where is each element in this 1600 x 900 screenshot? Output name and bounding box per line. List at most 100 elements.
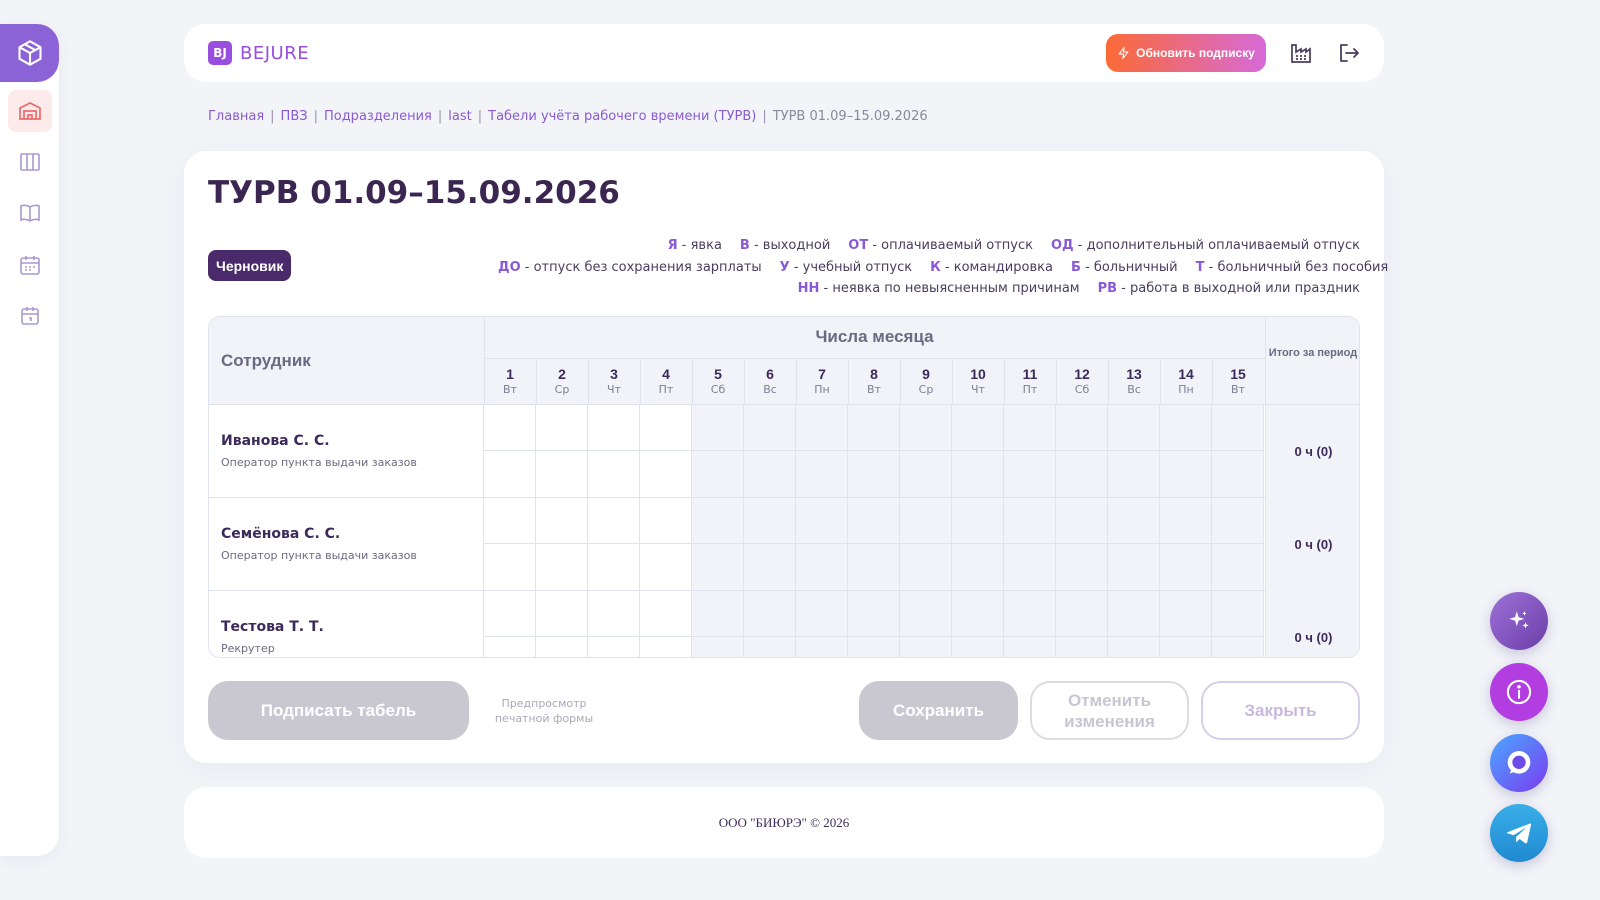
breadcrumb-link-departments[interactable]: Подразделения: [324, 109, 432, 124]
time-cell-hours[interactable]: [1004, 498, 1056, 544]
time-cell-code[interactable]: [744, 544, 796, 591]
time-cell-code[interactable]: [692, 544, 744, 591]
time-cell-hours[interactable]: [900, 405, 952, 451]
time-cell-hours[interactable]: [484, 405, 536, 451]
time-cell-hours[interactable]: [640, 591, 692, 637]
sidebar-item-book[interactable]: [8, 192, 52, 234]
time-cell-hours[interactable]: [1212, 591, 1264, 637]
time-cell-hours[interactable]: [1108, 591, 1160, 637]
time-cell-code[interactable]: [900, 637, 952, 657]
time-cell-hours[interactable]: [1160, 405, 1212, 451]
time-cell-hours[interactable]: [952, 405, 1004, 451]
time-cell-code[interactable]: [484, 451, 536, 498]
time-cell-hours[interactable]: [796, 591, 848, 637]
time-cell-code[interactable]: [796, 544, 848, 591]
time-cell-code[interactable]: [588, 451, 640, 498]
time-cell-hours[interactable]: [1108, 498, 1160, 544]
time-cell-code[interactable]: [1160, 544, 1212, 591]
time-cell-hours[interactable]: [744, 591, 796, 637]
time-cell-hours[interactable]: [640, 498, 692, 544]
chat-button[interactable]: [1490, 734, 1548, 792]
time-cell-code[interactable]: [952, 451, 1004, 498]
time-cell-code[interactable]: [1108, 451, 1160, 498]
time-cell-hours[interactable]: [744, 498, 796, 544]
time-cell-code[interactable]: [1108, 544, 1160, 591]
time-cell-hours[interactable]: [536, 405, 588, 451]
sidebar-item-columns[interactable]: [8, 141, 52, 183]
time-cell-hours[interactable]: [900, 591, 952, 637]
time-cell-hours[interactable]: [692, 591, 744, 637]
time-cell-code[interactable]: [536, 544, 588, 591]
time-cell-code[interactable]: [1004, 544, 1056, 591]
time-cell-code[interactable]: [484, 544, 536, 591]
time-cell-code[interactable]: [1108, 637, 1160, 657]
time-cell-code[interactable]: [1056, 451, 1108, 498]
breadcrumb-link-department[interactable]: last: [448, 109, 471, 124]
time-cell-code[interactable]: [1004, 637, 1056, 657]
time-cell-hours[interactable]: [692, 405, 744, 451]
time-cell-code[interactable]: [1160, 637, 1212, 657]
time-cell-hours[interactable]: [796, 405, 848, 451]
time-cell-hours[interactable]: [1056, 405, 1108, 451]
time-cell-hours[interactable]: [588, 498, 640, 544]
sidebar-item-calendar[interactable]: [8, 295, 52, 337]
time-cell-code[interactable]: [484, 637, 536, 657]
time-cell-code[interactable]: [796, 637, 848, 657]
time-cell-hours[interactable]: [796, 498, 848, 544]
time-cell-hours[interactable]: [1056, 591, 1108, 637]
time-cell-code[interactable]: [1212, 637, 1264, 657]
time-cell-code[interactable]: [1212, 544, 1264, 591]
print-preview-link[interactable]: Предпросмотр печатной формы: [494, 696, 594, 726]
time-cell-hours[interactable]: [1004, 405, 1056, 451]
time-cell-hours[interactable]: [1056, 498, 1108, 544]
time-cell-code[interactable]: [588, 544, 640, 591]
time-cell-code[interactable]: [952, 637, 1004, 657]
time-cell-code[interactable]: [692, 637, 744, 657]
time-cell-hours[interactable]: [1212, 498, 1264, 544]
upgrade-subscription-button[interactable]: Обновить подписку: [1106, 34, 1266, 72]
cancel-changes-button[interactable]: Отменить изменения: [1030, 681, 1189, 740]
time-cell-code[interactable]: [900, 544, 952, 591]
sidebar-item-warehouse[interactable]: [8, 90, 52, 132]
ai-assistant-button[interactable]: [1490, 592, 1548, 650]
breadcrumb-link-pvz[interactable]: ПВЗ: [281, 109, 308, 124]
time-cell-hours[interactable]: [640, 405, 692, 451]
time-cell-code[interactable]: [744, 451, 796, 498]
time-cell-code[interactable]: [1004, 451, 1056, 498]
time-cell-hours[interactable]: [744, 405, 796, 451]
time-cell-code[interactable]: [848, 451, 900, 498]
time-cell-hours[interactable]: [1108, 405, 1160, 451]
time-cell-hours[interactable]: [484, 498, 536, 544]
sidebar-item-schedule[interactable]: [8, 244, 52, 286]
time-cell-hours[interactable]: [900, 498, 952, 544]
time-cell-hours[interactable]: [848, 591, 900, 637]
sign-timesheet-button[interactable]: Подписать табель: [208, 681, 469, 740]
info-button[interactable]: [1490, 663, 1548, 721]
breadcrumb-link-home[interactable]: Главная: [208, 109, 264, 124]
time-cell-hours[interactable]: [1160, 498, 1212, 544]
breadcrumb-link-timesheets[interactable]: Табели учёта рабочего времени (ТУРВ): [488, 109, 756, 124]
time-cell-code[interactable]: [536, 637, 588, 657]
time-cell-hours[interactable]: [588, 591, 640, 637]
time-cell-code[interactable]: [640, 451, 692, 498]
time-cell-code[interactable]: [640, 544, 692, 591]
organization-button[interactable]: [1288, 40, 1314, 66]
telegram-button[interactable]: [1490, 804, 1548, 862]
time-cell-code[interactable]: [900, 451, 952, 498]
time-cell-hours[interactable]: [848, 405, 900, 451]
time-cell-hours[interactable]: [536, 498, 588, 544]
time-cell-code[interactable]: [640, 637, 692, 657]
time-cell-hours[interactable]: [1004, 591, 1056, 637]
time-cell-code[interactable]: [848, 544, 900, 591]
time-cell-hours[interactable]: [588, 405, 640, 451]
time-cell-hours[interactable]: [692, 498, 744, 544]
time-cell-hours[interactable]: [952, 591, 1004, 637]
time-cell-code[interactable]: [1056, 544, 1108, 591]
time-cell-code[interactable]: [692, 451, 744, 498]
close-button[interactable]: Закрыть: [1201, 681, 1360, 740]
sidebar-logo[interactable]: [0, 24, 59, 82]
time-cell-hours[interactable]: [952, 498, 1004, 544]
save-button[interactable]: Сохранить: [859, 681, 1018, 740]
time-cell-code[interactable]: [744, 637, 796, 657]
time-cell-hours[interactable]: [484, 591, 536, 637]
